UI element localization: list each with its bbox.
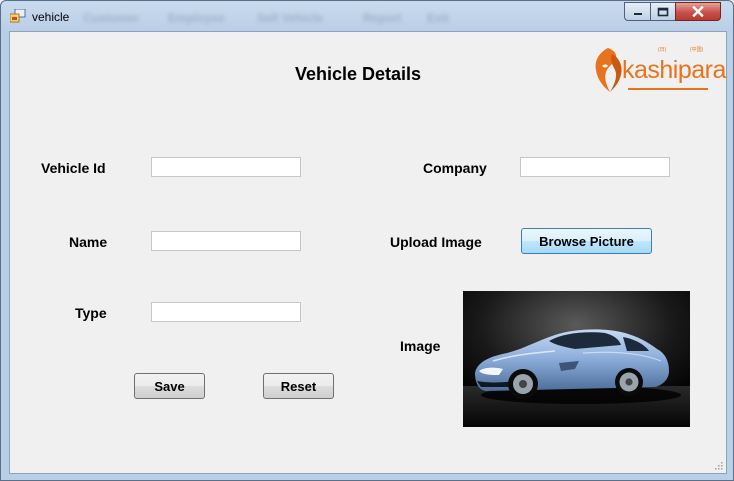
kashipara-logo: kashipara (日) (中国)	[590, 46, 726, 96]
company-input[interactable]	[520, 157, 670, 177]
logo-mark-icon	[595, 48, 622, 92]
logo-underline	[628, 88, 708, 90]
vehicle-id-input[interactable]	[151, 157, 301, 177]
menu-item-customer[interactable]: Customer	[83, 11, 139, 25]
image-label: Image	[400, 338, 441, 354]
reset-button[interactable]: Reset	[263, 373, 334, 399]
window-controls	[624, 2, 721, 21]
logo-mark-right: (中国)	[690, 47, 704, 53]
logo-text: kashipara	[622, 56, 726, 84]
menu-item-sell-vehicle[interactable]: Sell Vehicle	[257, 11, 323, 25]
menu-item-employee[interactable]: Employee	[168, 11, 225, 25]
car-image	[463, 291, 690, 427]
name-label: Name	[69, 234, 108, 250]
title-bar[interactable]: vehicle Customer Employee Sell Vehicle R…	[1, 1, 734, 31]
page-title: Vehicle Details	[295, 64, 422, 84]
window-frame: vehicle Customer Employee Sell Vehicle R…	[0, 0, 734, 481]
app-icon[interactable]	[10, 9, 26, 23]
company-label: Company	[423, 160, 487, 176]
close-icon	[692, 6, 704, 17]
form-client-area: Vehicle Details kashipara (日) (中国) Vehic…	[9, 31, 727, 474]
maximize-button[interactable]	[650, 2, 675, 21]
minimize-icon	[633, 12, 642, 15]
menu-item-exit[interactable]: Exit	[427, 11, 449, 25]
size-grip-icon[interactable]	[713, 460, 723, 470]
close-button[interactable]	[675, 2, 721, 21]
name-input[interactable]	[151, 231, 301, 251]
type-input[interactable]	[151, 302, 301, 322]
vehicle-image-picturebox	[463, 291, 690, 427]
save-button[interactable]: Save	[134, 373, 205, 399]
browse-picture-button[interactable]: Browse Picture	[521, 228, 652, 254]
logo-mark-left: (日)	[658, 47, 667, 53]
menu-item-report[interactable]: Report	[363, 11, 402, 25]
vehicle-id-label: Vehicle Id	[41, 160, 106, 176]
type-label: Type	[75, 305, 107, 321]
minimize-button[interactable]	[624, 2, 650, 21]
maximize-icon	[657, 7, 669, 16]
window-title: vehicle	[32, 10, 70, 24]
upload-image-label: Upload Image	[390, 234, 482, 250]
